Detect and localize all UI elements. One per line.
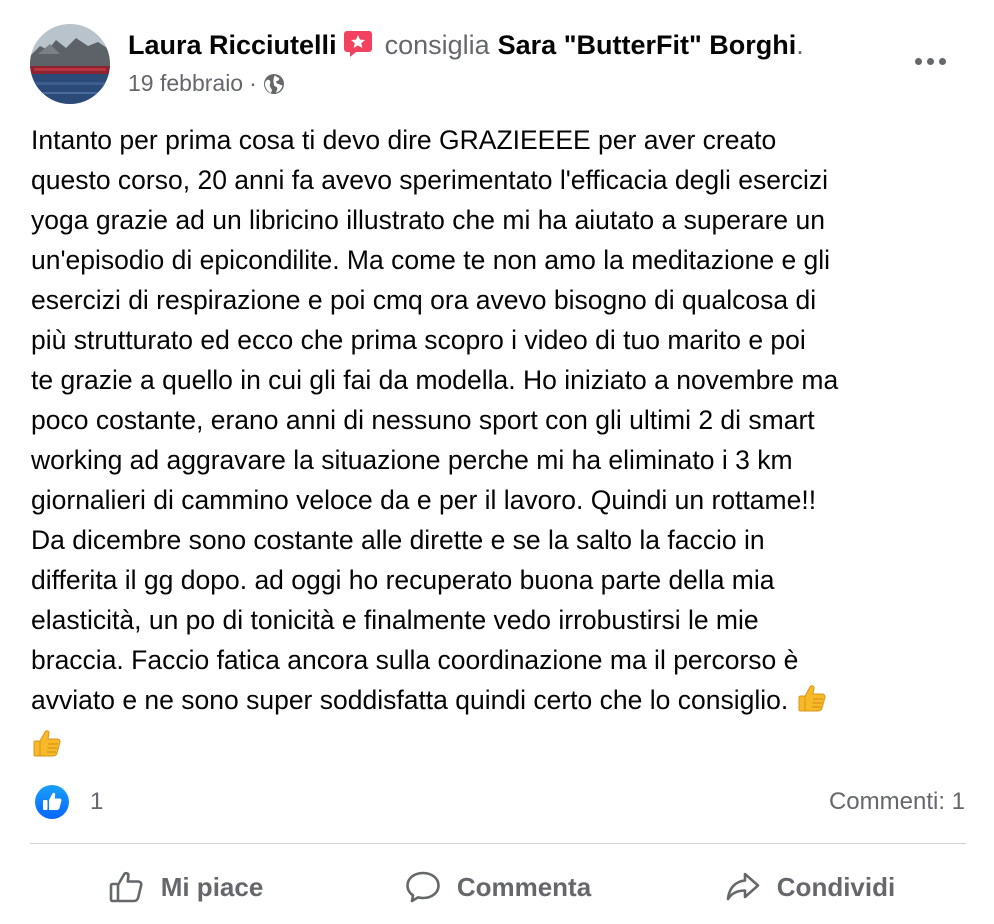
comments-count[interactable]: Commenti: 1 (829, 788, 965, 816)
more-dot (914, 57, 922, 65)
post-text-line: più strutturato ed ecco che prima scopro… (31, 325, 806, 355)
divider (30, 843, 966, 844)
post-text-line: poco costante, erano anni di nessuno spo… (31, 405, 815, 435)
comment-icon (405, 870, 441, 904)
thumbs-up-emoji (796, 682, 828, 725)
thumbs-up-icon (109, 870, 145, 904)
action-bar: Mi piace Commenta Condividi (30, 850, 966, 924)
post-text-line: giornalieri di cammino veloce da e per i… (31, 485, 817, 515)
recommended-page-name[interactable]: Sara "ButterFit" Borghi (498, 30, 797, 60)
more-dot (938, 57, 946, 65)
post-header: Laura Ricciutelli consiglia Sara "ButterF… (128, 28, 804, 65)
author-avatar[interactable] (30, 24, 110, 104)
header-period: . (796, 30, 804, 60)
comment-label: Commenta (456, 871, 592, 902)
post-date[interactable]: 19 febbraio (128, 70, 243, 97)
post-text-line: te grazie a quello in cui gli fai da mod… (31, 365, 839, 395)
comment-button[interactable]: Commenta (342, 850, 654, 924)
recommend-badge-icon (343, 28, 373, 65)
recommend-verb: consiglia (384, 30, 490, 60)
post-text-line: avviato e ne sono super soddisfatta quin… (31, 685, 789, 715)
post-text-line: un'episodio di epicondilite. Ma come te … (31, 245, 831, 275)
author-name[interactable]: Laura Ricciutelli (128, 30, 337, 60)
post-text-line: yoga grazie ad un libricino illustrato c… (31, 205, 825, 235)
thumbs-up-emoji (31, 727, 63, 770)
like-label: Mi piace (160, 871, 264, 902)
post-text-line: esercizi di respirazione e poi cmq ora a… (31, 285, 817, 315)
like-reaction-icon (34, 784, 70, 820)
post-text-line (31, 725, 971, 770)
reactions-summary[interactable]: 1 (34, 784, 103, 820)
post-text-line: differita il gg dopo. ad oggi ho recuper… (31, 565, 775, 595)
post-text-line: braccia. Faccio fatica ancora sulla coor… (31, 645, 799, 675)
post-text-line: Intanto per prima cosa ti devo dire GRAZ… (31, 125, 777, 155)
post-text: Intanto per prima cosa ti devo dire GRAZ… (31, 120, 971, 770)
post-text-line: elasticità, un po di tonicità e finalmen… (31, 605, 759, 635)
post-text-line-last: avviato e ne sono super soddisfatta quin… (31, 680, 971, 725)
share-icon (725, 870, 761, 904)
globe-icon (263, 73, 285, 95)
like-button[interactable]: Mi piace (30, 850, 342, 924)
more-options-icon[interactable] (910, 46, 950, 76)
recommendation-post: Laura Ricciutelli consiglia Sara "ButterF… (0, 0, 994, 924)
reaction-count: 1 (90, 788, 104, 815)
meta-separator: · (249, 70, 257, 96)
more-dot (926, 57, 934, 65)
post-meta: 19 febbraio · (128, 70, 285, 97)
post-text-line: questo corso, 20 anni fa avevo speriment… (31, 165, 829, 195)
post-text-line: Da dicembre sono costante alle dirette e… (31, 525, 765, 555)
share-button[interactable]: Condividi (654, 850, 966, 924)
post-text-line: working ad aggravare la situazione perch… (31, 445, 793, 475)
share-label: Condividi (776, 871, 896, 902)
